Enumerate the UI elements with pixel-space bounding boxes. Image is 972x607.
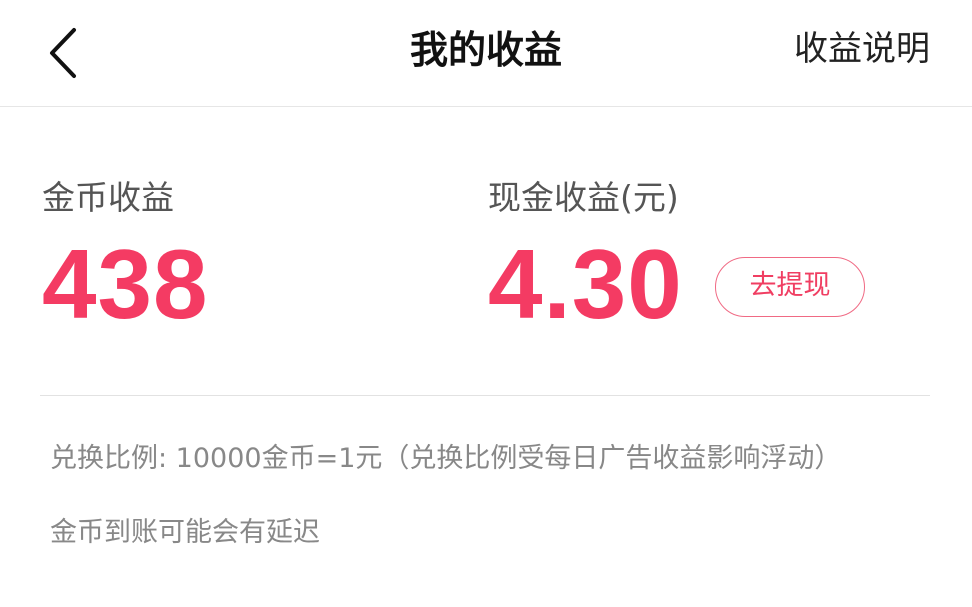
coin-earnings-value: 438 bbox=[42, 229, 209, 339]
delay-note: 金币到账可能会有延迟 bbox=[50, 517, 320, 548]
top-bar: 我的收益 收益说明 bbox=[0, 0, 972, 107]
earnings-notes: 兑换比例: 10000金币=1元（兑换比例受每日广告收益影响浮动） 金币到账可能… bbox=[50, 440, 890, 552]
withdraw-button[interactable]: 去提现 bbox=[715, 257, 865, 317]
back-button[interactable] bbox=[38, 22, 94, 84]
coin-earnings: 金币收益 438 bbox=[42, 107, 462, 395]
earnings-summary: 金币收益 438 现金收益(元) 4.30 去提现 bbox=[0, 107, 972, 395]
cash-earnings-label: 现金收益(元) bbox=[488, 178, 679, 217]
my-earnings-page: 我的收益 收益说明 金币收益 438 现金收益(元) 4.30 去提现 兑换比例… bbox=[0, 0, 972, 607]
coin-earnings-label: 金币收益 bbox=[42, 178, 174, 217]
chevron-left-icon bbox=[50, 28, 76, 78]
divider bbox=[40, 395, 930, 396]
exchange-rate-note: 兑换比例: 10000金币=1元（兑换比例受每日广告收益影响浮动） bbox=[50, 443, 842, 474]
earnings-explanation-link[interactable]: 收益说明 bbox=[794, 0, 930, 100]
cash-earnings-value: 4.30 bbox=[488, 229, 683, 339]
cash-earnings: 现金收益(元) 4.30 去提现 bbox=[488, 107, 948, 395]
